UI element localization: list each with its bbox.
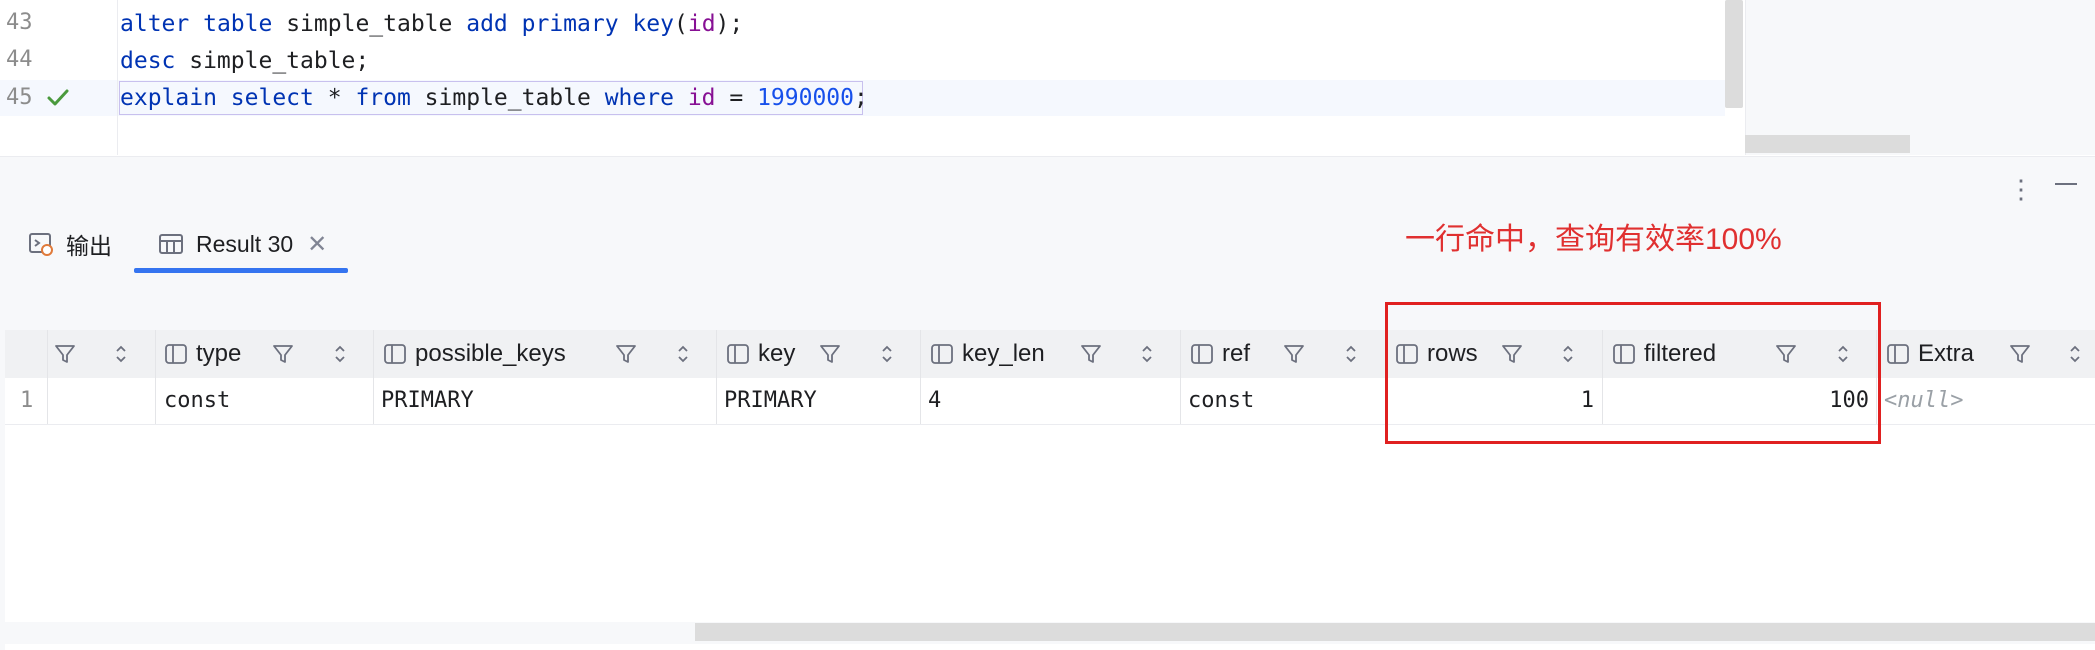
active-tab-indicator (134, 268, 348, 273)
column-divider (47, 330, 48, 424)
cell-possible-keys[interactable]: PRIMARY (381, 378, 474, 424)
editor-vertical-scrollbar[interactable] (1725, 0, 1743, 108)
grid-horizontal-scrollbar[interactable] (695, 623, 2095, 641)
tab-result-30[interactable]: Result 30 ✕ (158, 214, 327, 274)
column-divider[interactable] (920, 330, 921, 424)
sort-icon[interactable] (333, 343, 347, 365)
column-icon (1887, 344, 1909, 364)
filter-icon[interactable] (2008, 342, 2032, 366)
column-icon (727, 344, 749, 364)
tab-output[interactable]: 输出 (28, 214, 112, 274)
code-token: alter (120, 11, 190, 37)
tab-result-label: Result 30 (196, 230, 294, 257)
table-icon (159, 234, 183, 254)
column-icon (384, 344, 406, 364)
line-number: 44 (6, 47, 33, 72)
tab-output-label: 输出 (66, 233, 112, 259)
cell-extra[interactable]: <null> (1884, 378, 1963, 424)
annotation-highlight-box (1385, 302, 1881, 444)
code-token: primary (521, 11, 619, 37)
editor-horizontal-scrollbar[interactable] (1745, 135, 1910, 153)
column-header-key-len[interactable]: key_len (930, 330, 1045, 378)
code-token: from (355, 85, 411, 111)
row-number: 1 (20, 388, 34, 413)
filter-icon[interactable] (53, 342, 77, 366)
line-number: 43 (6, 10, 33, 35)
code-token: ); (715, 11, 744, 37)
column-header-key[interactable]: key (726, 330, 795, 378)
code-token: table (203, 11, 273, 37)
editor-right-panel (1745, 0, 2095, 155)
console-output-icon (29, 233, 53, 256)
code-token: simple_table; (175, 48, 370, 74)
column-icon (165, 344, 187, 364)
sort-icon[interactable] (1140, 343, 1154, 365)
code-token: where (604, 85, 674, 111)
column-divider[interactable] (155, 330, 156, 424)
code-token: * (313, 85, 356, 111)
code-token: desc (120, 48, 176, 74)
line-number: 45 (6, 85, 33, 110)
column-header-label: key_len (962, 340, 1045, 367)
check-icon (47, 89, 69, 106)
code-token: 1990000 (757, 85, 854, 111)
filter-icon[interactable] (818, 342, 842, 366)
column-divider[interactable] (716, 330, 717, 424)
column-header-type[interactable]: type (164, 330, 241, 378)
column-icon (1191, 344, 1213, 364)
column-header-extra[interactable]: Extra (1886, 330, 1974, 378)
services-tool-header (0, 156, 2095, 215)
sort-icon[interactable] (676, 343, 690, 365)
code-token: ; (854, 85, 868, 111)
cell-key-len[interactable]: 4 (928, 378, 941, 424)
code-token: add (466, 11, 508, 37)
column-header-possible-keys[interactable]: possible_keys (383, 330, 566, 378)
annotation-text: 一行命中，查询有效率100% (1405, 223, 1782, 256)
column-header-label: ref (1222, 340, 1251, 367)
column-header-label: possible_keys (415, 340, 566, 367)
code-token: select (230, 85, 314, 111)
code-token: ( (673, 11, 688, 37)
code-token: simple_table (272, 11, 467, 37)
column-divider[interactable] (1180, 330, 1181, 424)
column-header-label: key (758, 340, 796, 367)
code-line[interactable]: explain select * from simple_table where… (120, 83, 868, 113)
code-token: id (687, 11, 716, 37)
code-token: simple_table (410, 85, 605, 111)
sort-icon[interactable] (880, 343, 894, 365)
cell-type[interactable]: const (164, 378, 230, 424)
sql-editor[interactable]: 43 44 45 alter table simple_table add pr… (0, 0, 1745, 155)
filter-icon[interactable] (1079, 342, 1103, 366)
cell-key[interactable]: PRIMARY (724, 378, 817, 424)
column-divider[interactable] (373, 330, 374, 424)
column-header-ref[interactable]: ref (1190, 330, 1250, 378)
column-header-label: Extra (1918, 340, 1975, 367)
code-token: id (687, 85, 716, 111)
column-header-label: type (196, 340, 242, 367)
sort-icon[interactable] (2068, 343, 2082, 365)
line-gutter: 43 44 45 (0, 0, 118, 155)
filter-icon[interactable] (1282, 342, 1306, 366)
cell-ref[interactable]: const (1188, 378, 1254, 424)
sort-icon[interactable] (1344, 343, 1358, 365)
sort-icon[interactable] (114, 343, 128, 365)
filter-icon[interactable] (271, 342, 295, 366)
code-token: = (715, 85, 758, 111)
code-token: key (632, 11, 674, 37)
code-line[interactable]: alter table simple_table add primary key… (120, 9, 743, 39)
filter-icon[interactable] (614, 342, 638, 366)
column-icon (931, 344, 953, 364)
panel-left-border (0, 214, 5, 650)
code-line[interactable]: desc simple_table; (120, 46, 369, 76)
more-options-icon[interactable]: ⋮ (2008, 174, 2034, 205)
minimize-icon[interactable] (2055, 183, 2077, 185)
close-icon[interactable]: ✕ (307, 230, 327, 259)
code-token: explain (120, 85, 217, 111)
